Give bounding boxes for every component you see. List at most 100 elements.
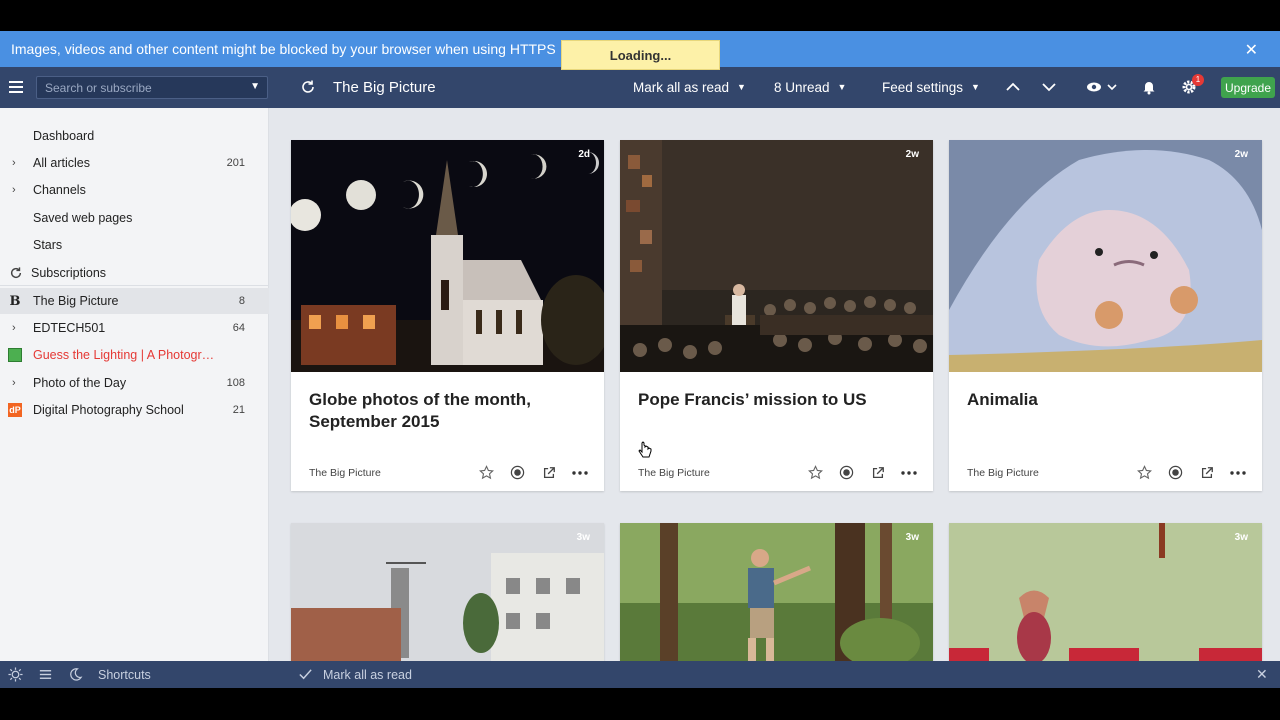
subscriptions-label: Subscriptions	[31, 265, 107, 280]
sidebar-item-all-articles[interactable]: › All articles 201	[0, 150, 269, 176]
close-banner-icon[interactable]: ✕	[1245, 40, 1258, 60]
open-external-icon[interactable]	[869, 464, 886, 481]
list-view-icon[interactable]	[38, 667, 53, 682]
bell-icon[interactable]	[1141, 79, 1157, 95]
sidebar-item-stars[interactable]: Stars	[0, 232, 269, 258]
search-placeholder: Search or subscribe	[45, 80, 152, 95]
sidebar-item-label: Channels	[33, 183, 86, 197]
article-age: 3w	[576, 532, 590, 543]
moon-icon[interactable]	[68, 667, 83, 682]
sidebar-item-label: Saved web pages	[33, 211, 133, 225]
star-icon[interactable]	[807, 464, 824, 481]
article-actions	[1136, 464, 1246, 481]
more-options-icon[interactable]	[900, 464, 917, 481]
eye-icon[interactable]	[1086, 79, 1102, 95]
article-image[interactable]: 2w	[949, 140, 1262, 372]
article-source[interactable]: The Big Picture	[638, 467, 710, 479]
unread-filter-dropdown[interactable]: 8 Unread ▼	[774, 80, 846, 95]
shortcuts-link[interactable]: Shortcuts	[98, 668, 151, 682]
article-title[interactable]: Pope Francis’ mission to US	[638, 389, 918, 411]
more-options-icon[interactable]	[1229, 464, 1246, 481]
sidebar-feed-guess-the-lighting[interactable]: Guess the Lighting | A Photogr…	[0, 342, 269, 368]
mark-all-read-button[interactable]: Mark all as read	[323, 668, 412, 682]
pope-audience-photo	[620, 140, 933, 372]
notification-badge: 1	[1192, 74, 1204, 86]
sidebar-item-count: 8	[238, 295, 245, 307]
sidebar-feed-digital-photography-school[interactable]: dP Digital Photography School 21	[0, 397, 269, 423]
sidebar-item-label: Digital Photography School	[33, 403, 184, 417]
sidebar-item-count: 21	[232, 404, 245, 416]
sidebar-item-label: Photo of the Day	[33, 376, 127, 390]
big-picture-logo-icon: B	[9, 293, 21, 309]
feed-favicon-icon	[8, 348, 22, 362]
article-grid: 2d Globe photos of the month, September …	[269, 108, 1280, 661]
article-source[interactable]: The Big Picture	[309, 467, 381, 479]
article-title[interactable]: Globe photos of the month, September 201…	[309, 389, 589, 433]
sidebar-item-saved-web-pages[interactable]: Saved web pages	[0, 205, 269, 231]
mark-read-icon[interactable]	[1167, 464, 1184, 481]
chevron-up-icon[interactable]	[1005, 79, 1021, 95]
stingray-photo	[949, 140, 1262, 372]
mark-read-icon[interactable]	[838, 464, 855, 481]
red-bird-photo	[949, 523, 1262, 661]
article-age: 3w	[905, 532, 919, 543]
article-image[interactable]: 3w	[291, 523, 604, 661]
feed-title: The Big Picture	[333, 79, 436, 96]
feed-settings-dropdown[interactable]: Feed settings ▼	[882, 80, 980, 95]
article-image[interactable]: 2w	[620, 140, 933, 372]
loading-indicator: Loading...	[561, 40, 720, 70]
top-toolbar: Search or subscribe ▼ The Big Picture Ma…	[0, 67, 1280, 108]
bottom-bar: Shortcuts Mark all as read ✕	[0, 661, 1280, 688]
hamburger-menu-icon[interactable]	[9, 81, 23, 93]
app-window: Images, videos and other content might b…	[0, 0, 1280, 720]
expand-arrow-icon[interactable]: ›	[12, 322, 16, 334]
article-age: 2w	[1234, 149, 1248, 160]
article-source[interactable]: The Big Picture	[967, 467, 1039, 479]
open-external-icon[interactable]	[540, 464, 557, 481]
article-card[interactable]: 3w	[620, 523, 933, 661]
subscriptions-header[interactable]: Subscriptions	[0, 260, 269, 286]
sidebar-item-dashboard[interactable]: Dashboard	[0, 123, 269, 149]
upgrade-button[interactable]: Upgrade	[1221, 77, 1275, 98]
banner-message: Images, videos and other content might b…	[11, 41, 556, 57]
open-external-icon[interactable]	[1198, 464, 1215, 481]
article-card[interactable]: 3w	[291, 523, 604, 661]
construction-site-photo	[291, 523, 604, 661]
article-title[interactable]: Animalia	[967, 389, 1247, 411]
sidebar-feed-edtech501[interactable]: › EDTECH501 64	[0, 315, 269, 341]
article-card[interactable]: 3w	[949, 523, 1262, 661]
article-card[interactable]: 2w Animalia The Big Picture	[949, 140, 1262, 491]
sidebar-feed-the-big-picture[interactable]: B The Big Picture 8	[0, 288, 269, 314]
article-image[interactable]: 3w	[949, 523, 1262, 661]
article-card[interactable]: 2d Globe photos of the month, September …	[291, 140, 604, 491]
chevron-down-icon[interactable]: ▼	[250, 81, 260, 92]
sidebar-item-count: 108	[226, 377, 245, 389]
sidebar-item-label: EDTECH501	[33, 321, 106, 335]
article-age: 2d	[578, 149, 590, 160]
article-age: 2w	[905, 149, 919, 160]
sidebar-feed-photo-of-the-day[interactable]: › Photo of the Day 108	[0, 370, 269, 396]
expand-arrow-icon[interactable]: ›	[12, 157, 16, 169]
star-icon[interactable]	[1136, 464, 1153, 481]
dps-logo-icon: dP	[8, 403, 22, 417]
search-input[interactable]: Search or subscribe ▼	[36, 76, 268, 99]
more-options-icon[interactable]	[571, 464, 588, 481]
mark-read-icon[interactable]	[509, 464, 526, 481]
article-image[interactable]: 3w	[620, 523, 933, 661]
expand-arrow-icon[interactable]: ›	[12, 184, 16, 196]
checkmark-icon[interactable]	[298, 667, 313, 682]
mark-all-read-dropdown[interactable]: Mark all as read ▼	[633, 80, 746, 95]
sidebar-item-channels[interactable]: › Channels	[0, 177, 269, 203]
sun-icon[interactable]	[8, 667, 23, 682]
article-image[interactable]: 2d	[291, 140, 604, 372]
sidebar: Dashboard › All articles 201 › Channels …	[0, 108, 269, 661]
close-icon[interactable]: ✕	[1256, 666, 1268, 683]
refresh-icon[interactable]	[9, 266, 23, 280]
chevron-down-icon[interactable]	[1041, 79, 1057, 95]
expand-arrow-icon[interactable]: ›	[12, 377, 16, 389]
chevron-down-icon: ▼	[737, 82, 746, 92]
article-card[interactable]: 2w Pope Francis’ mission to US The Big P…	[620, 140, 933, 491]
refresh-icon[interactable]	[300, 79, 316, 95]
chevron-down-icon[interactable]	[1107, 79, 1117, 95]
star-icon[interactable]	[478, 464, 495, 481]
